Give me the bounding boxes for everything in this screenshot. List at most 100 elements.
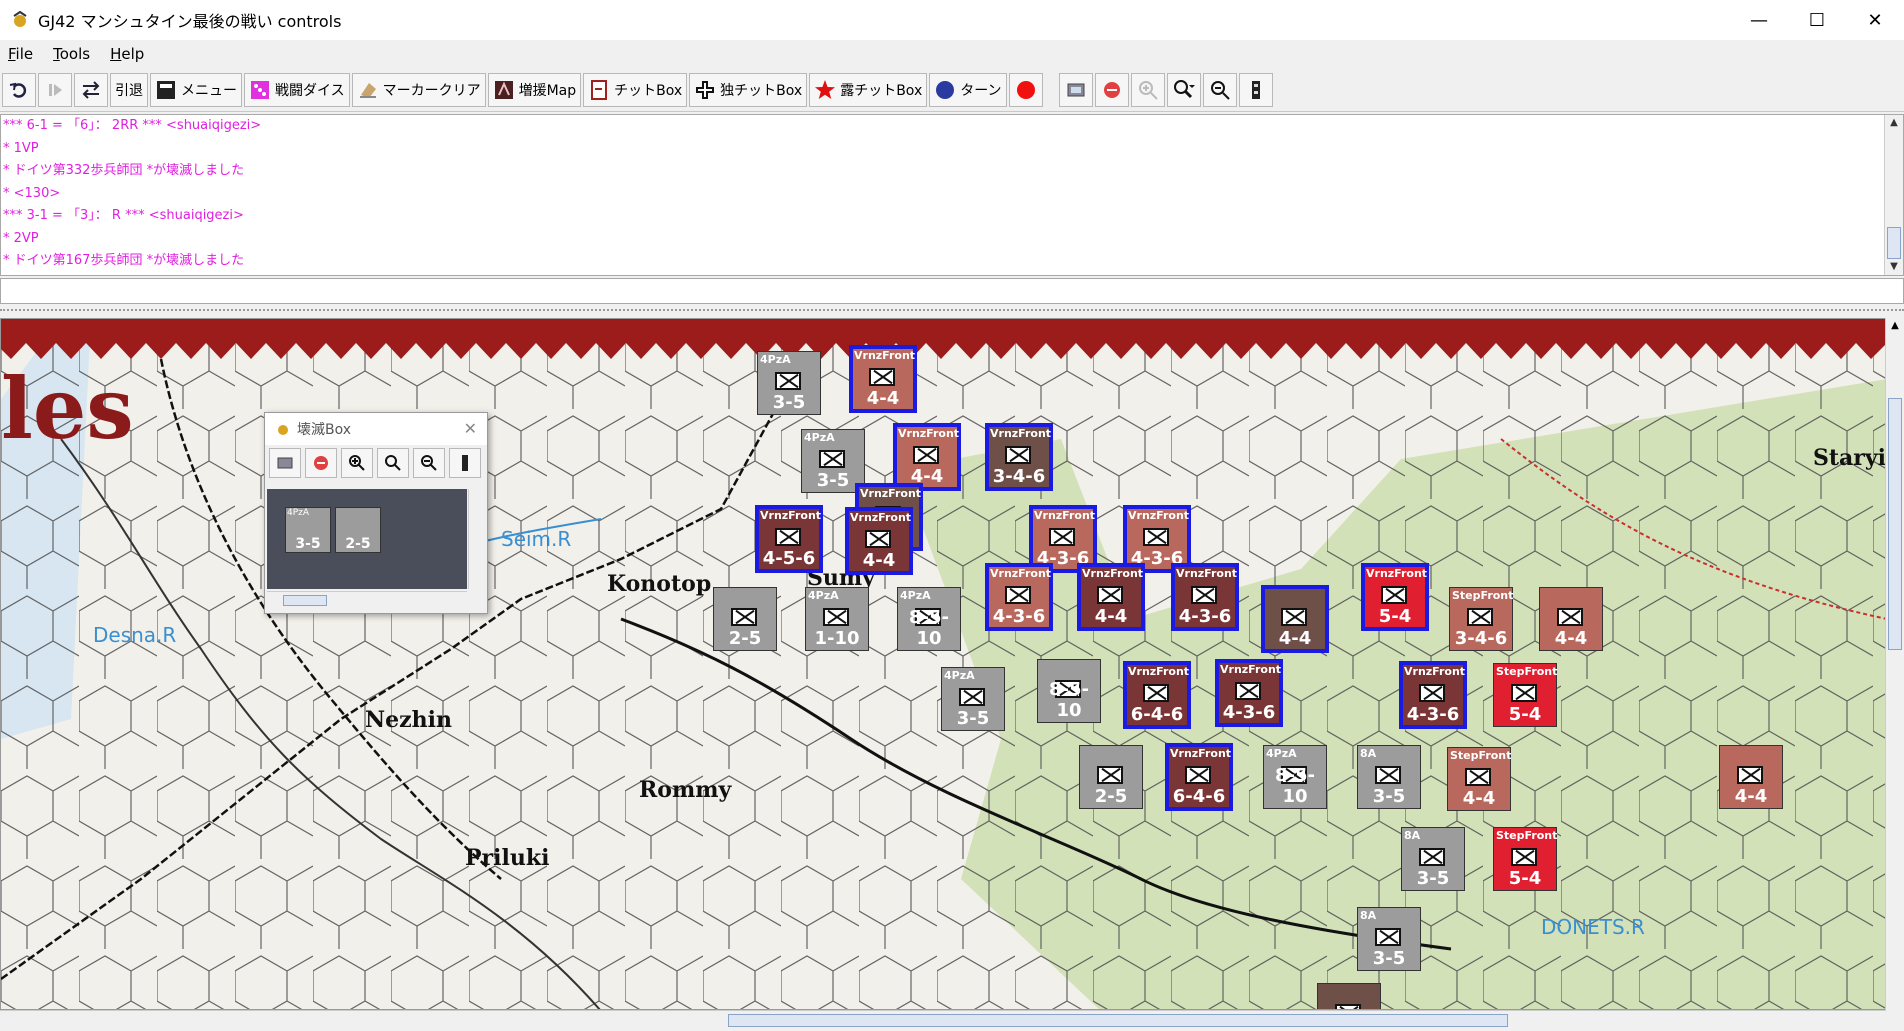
ger-chit-box-button[interactable]: 独チットBox (689, 72, 808, 107)
unit-counter[interactable]: VrnzFront 4-4 (845, 507, 913, 575)
unit-strength: 3-5 (1372, 786, 1406, 807)
battle-dice-button[interactable]: 戦闘ダイス (244, 72, 350, 107)
menu-help[interactable]: Help (110, 45, 144, 63)
sov-chit-box-button[interactable]: 露チットBox (809, 72, 928, 107)
dialog-stop-button[interactable] (305, 448, 337, 478)
unit-strength: 4-4 (1278, 628, 1312, 649)
destroyed-box-window[interactable]: 壊滅Box ✕ 4PzA 3-5 2-5 (264, 412, 488, 614)
chat-input[interactable] (0, 278, 1904, 304)
dialog-zoom-menu-button[interactable] (377, 448, 409, 478)
unit-counter[interactable]: VrnzFront 3-4-6 (985, 423, 1053, 491)
scroll-down-icon[interactable]: ▼ (1885, 259, 1903, 275)
unit-strength: 5-4 (1378, 606, 1412, 627)
zoom-out-button[interactable] (1202, 72, 1237, 107)
minimize-button[interactable]: — (1730, 0, 1788, 40)
map-hscroll-thumb[interactable] (728, 1014, 1508, 1027)
unit-counter[interactable]: VrnzFront 4-4 (893, 423, 961, 491)
unit-counter[interactable]: 8A 3-5 (1401, 827, 1465, 891)
menu-button[interactable]: メニュー (150, 72, 242, 107)
turn-label: ターン (960, 82, 1002, 99)
swap-button[interactable] (74, 72, 108, 107)
unit-counter[interactable]: 4-4 (1261, 585, 1329, 653)
unit-counter[interactable]: 2-5 (713, 587, 777, 651)
retreat-button[interactable]: 引退 (110, 72, 148, 107)
retreat-label: 引退 (115, 82, 143, 99)
unit-counter[interactable]: VrnzFront 4-3-6 (1399, 661, 1467, 729)
record-button[interactable] (1008, 72, 1043, 107)
dialog-hscroll-thumb[interactable] (283, 595, 327, 606)
unit-label: VrnzFront (1082, 567, 1144, 580)
unit-counter[interactable]: VrnzFront 4-3-6 (1171, 563, 1239, 631)
unit-counter[interactable]: 4PzA 3-5 (941, 667, 1005, 731)
unit-counter[interactable]: VrnzFront 4-3-6 (985, 563, 1053, 631)
unit-counter[interactable]: 4PzA 8-5-10 (1263, 745, 1327, 809)
maximize-button[interactable]: ☐ (1788, 0, 1846, 40)
unit-label: StepFront (1496, 665, 1558, 678)
battle-dice-label: 戦闘ダイス (275, 82, 345, 99)
unit-counter[interactable]: 4PzA 3-5 (801, 429, 865, 493)
unit-counter[interactable]: StepFront 5-4 (1493, 663, 1557, 727)
map-scroll-up-icon[interactable]: ▲ (1886, 318, 1904, 334)
stack-button[interactable] (1238, 72, 1273, 107)
unit-counter[interactable]: VrnzFront 6-4-6 (1165, 743, 1233, 811)
unit-counter[interactable]: StepFront 5-4 (1493, 827, 1557, 891)
marker-clear-button[interactable]: マーカークリア (351, 72, 486, 107)
close-button[interactable]: ✕ (1846, 0, 1904, 40)
reinforce-map-button[interactable]: 増援Map (487, 72, 582, 107)
dialog-zoom-in-button[interactable] (341, 448, 373, 478)
unit-counter[interactable]: 4PzA 1-10 (805, 587, 869, 651)
dialog-image-button[interactable] (269, 448, 301, 478)
place-staryi: Staryi- (1813, 445, 1886, 471)
unit-counter[interactable]: VrnzFront 5-4 (1361, 563, 1429, 631)
dialog-vertical-scrollbar[interactable] (468, 489, 485, 589)
chat-scroll-thumb[interactable] (1887, 227, 1901, 259)
unit-counter[interactable]: VrnzFront 4-3-6 (1029, 505, 1097, 573)
chat-log[interactable]: *** 6-1 = 「6」： 2RR *** <shuaiqigezi> * 1… (0, 114, 1904, 276)
chit-box-button[interactable]: チットBox (583, 72, 688, 107)
unit-counter[interactable]: 8-5-10 (1037, 659, 1101, 723)
destroyed-box-view[interactable]: 4PzA 3-5 2-5 (267, 489, 467, 589)
dialog-close-icon[interactable]: ✕ (464, 419, 477, 438)
unit-counter[interactable]: 4-4 (1719, 745, 1783, 809)
turn-button[interactable]: ターン (929, 72, 1007, 107)
splitter[interactable] (0, 304, 1904, 318)
unit-counter[interactable]: 4PzA 8-5-10 (897, 587, 961, 651)
zoom-menu-button[interactable] (1166, 72, 1201, 107)
unit-counter[interactable]: VrnzFront 4-3-6 (1215, 659, 1283, 727)
menu-tools[interactable]: Tools (53, 45, 90, 63)
unit-label: VrnzFront (1176, 567, 1238, 580)
dialog-stack-button[interactable] (449, 448, 481, 478)
unit-counter[interactable]: 2-5 (1079, 745, 1143, 809)
dialog-zoom-out-button[interactable] (413, 448, 445, 478)
unit-counter[interactable]: 8A 3-5 (1357, 745, 1421, 809)
infantry-symbol-icon (1097, 586, 1123, 604)
unit-strength: 2-5 (1094, 786, 1128, 807)
unit-counter[interactable]: VrnzFront 4-4 (1077, 563, 1145, 631)
unit-counter[interactable]: StepFront 3-4-6 (1449, 587, 1513, 651)
dialog-title-bar[interactable]: 壊滅Box (265, 413, 487, 445)
unit-counter[interactable]: 4-4 (1317, 983, 1381, 1009)
undo-button[interactable] (2, 72, 36, 107)
destroyed-counter[interactable]: 4PzA 3-5 (285, 507, 331, 553)
map-vertical-scrollbar[interactable]: ▲ (1885, 318, 1904, 1010)
unit-counter[interactable]: VrnzFront 6-4-6 (1123, 661, 1191, 729)
map-image-button[interactable] (1058, 72, 1093, 107)
scroll-up-icon[interactable]: ▲ (1885, 115, 1903, 131)
dialog-horizontal-scrollbar[interactable] (267, 591, 467, 610)
unit-counter[interactable]: 8A 3-5 (1357, 907, 1421, 971)
map-vscroll-thumb[interactable] (1888, 398, 1902, 650)
unit-counter[interactable]: VrnzFront 4-3-6 (1123, 505, 1191, 573)
destroyed-counter[interactable]: 2-5 (335, 507, 381, 553)
step-forward-button[interactable] (38, 72, 72, 107)
stop-button[interactable] (1094, 72, 1129, 107)
unit-counter[interactable]: 4PzA 3-5 (757, 351, 821, 415)
infantry-symbol-icon (1375, 928, 1401, 946)
unit-counter[interactable]: VrnzFront 4-4 (849, 345, 917, 413)
unit-counter[interactable]: 4-4 (1539, 587, 1603, 651)
unit-counter[interactable]: StepFront 4-4 (1447, 747, 1511, 811)
unit-counter[interactable]: VrnzFront 4-5-6 (755, 505, 823, 573)
zoom-in-button[interactable] (1130, 72, 1165, 107)
map-horizontal-scrollbar[interactable] (0, 1010, 1886, 1031)
menu-file[interactable]: File (8, 45, 33, 63)
chat-scrollbar[interactable]: ▲ ▼ (1884, 115, 1903, 275)
